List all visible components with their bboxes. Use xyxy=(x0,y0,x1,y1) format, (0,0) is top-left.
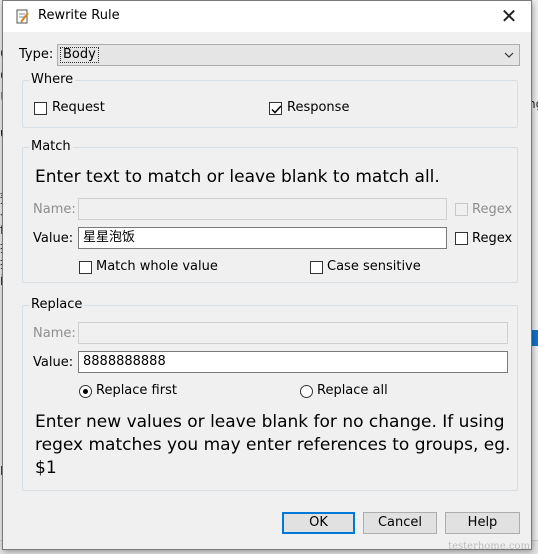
match-group-title: Match xyxy=(29,139,73,154)
where-group-title: Where xyxy=(29,72,76,87)
rewrite-rule-dialog: Rewrite Rule ✕ Type: Body Where Request … xyxy=(2,0,532,550)
replace-value-label: Value: xyxy=(33,355,74,370)
replace-group-title: Replace xyxy=(29,297,85,312)
pencil-doc-icon xyxy=(15,9,30,24)
replace-hint-line-3: $1 xyxy=(35,458,57,478)
match-name-regex-checkbox[interactable] xyxy=(455,203,468,216)
watermark: testerhome.com xyxy=(448,541,530,552)
radio-selected-dot xyxy=(83,389,88,394)
title-bar: Rewrite Rule ✕ xyxy=(3,1,531,32)
match-value-input[interactable]: 星星泡饭 xyxy=(78,227,447,249)
replace-name-label: Name: xyxy=(33,326,76,341)
type-select[interactable]: Body xyxy=(57,44,520,66)
match-value-label: Value: xyxy=(33,231,74,246)
replace-all-label: Replace all xyxy=(317,383,388,398)
replace-first-label: Replace first xyxy=(96,383,177,398)
cancel-button[interactable]: Cancel xyxy=(363,512,437,534)
replace-hint-line-2: regex matches you may enter references t… xyxy=(35,435,511,455)
response-label: Response xyxy=(287,100,350,115)
response-checkbox[interactable] xyxy=(269,102,282,115)
type-row: Type: Body xyxy=(19,44,521,66)
request-label: Request xyxy=(52,100,105,115)
replace-hint-line-1: Enter new values or leave blank for no c… xyxy=(35,412,505,432)
replace-first-radio[interactable] xyxy=(79,385,92,398)
type-select-value: Body xyxy=(60,47,99,63)
replace-all-radio[interactable] xyxy=(300,385,313,398)
type-label: Type: xyxy=(19,47,54,62)
match-name-label: Name: xyxy=(33,202,76,217)
match-value-regex-label: Regex xyxy=(472,231,513,246)
replace-group: Replace Name: Value: 8888888888 Replace … xyxy=(22,297,518,491)
match-whole-value-label: Match whole value xyxy=(96,259,218,274)
match-whole-value-checkbox[interactable] xyxy=(79,261,92,274)
case-sensitive-label: Case sensitive xyxy=(327,259,421,274)
case-sensitive-checkbox[interactable] xyxy=(310,261,323,274)
check-icon xyxy=(271,105,282,114)
match-name-regex-label: Regex xyxy=(472,202,513,217)
chevron-down-icon xyxy=(502,47,516,63)
where-group: Where Request Response xyxy=(22,72,518,128)
ok-button[interactable]: OK xyxy=(282,512,355,534)
match-value-regex-checkbox[interactable] xyxy=(455,232,468,245)
dialog-title: Rewrite Rule xyxy=(38,8,120,23)
close-button[interactable]: ✕ xyxy=(487,1,531,32)
match-hint: Enter text to match or leave blank to ma… xyxy=(35,167,440,187)
request-checkbox[interactable] xyxy=(34,102,47,115)
replace-name-input[interactable] xyxy=(78,322,508,344)
replace-value-input[interactable]: 8888888888 xyxy=(78,351,508,373)
match-group: Match Enter text to match or leave blank… xyxy=(22,139,518,283)
close-icon: ✕ xyxy=(500,4,518,28)
help-button[interactable]: Help xyxy=(445,512,520,534)
match-name-input[interactable] xyxy=(78,198,447,220)
